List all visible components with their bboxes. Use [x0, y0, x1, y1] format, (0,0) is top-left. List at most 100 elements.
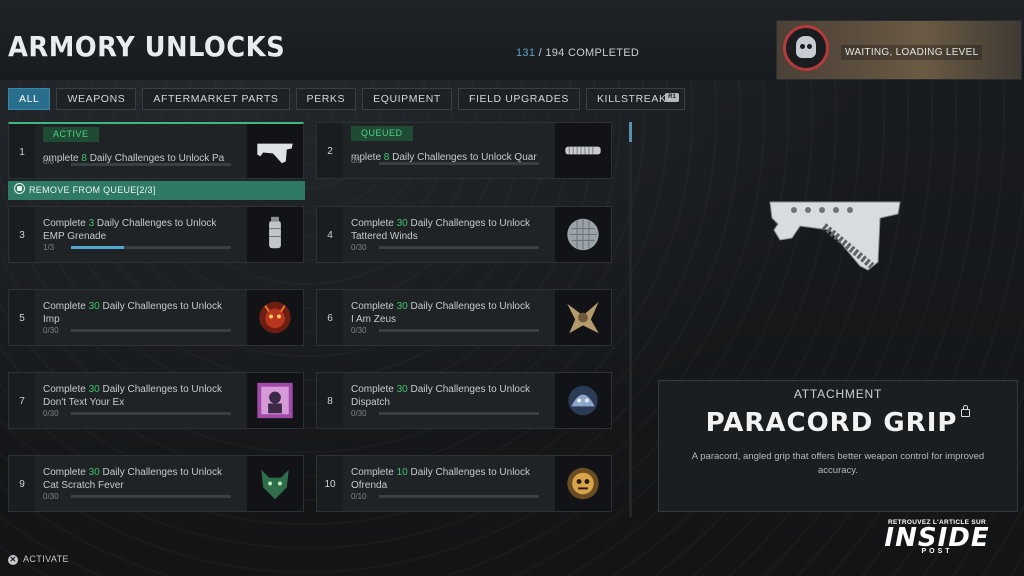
challenge-prefix: Complete [43, 301, 89, 312]
reward-thumbnail [555, 123, 611, 178]
unlock-card-1[interactable]: 1 ACTIVE omplete 8 Daily Challenges to Unl… [8, 122, 304, 179]
challenge-prefix: Complete [351, 384, 397, 395]
progress-bar [71, 163, 231, 166]
completed-count: 131 [516, 47, 536, 59]
unlock-card-6[interactable]: 6 Complete 30 Daily Challenges to Unlock I… [316, 289, 612, 346]
challenge-suffix: Daily Challenges to Unlock [99, 467, 222, 478]
challenge-prefix: Complete [43, 467, 89, 478]
tattered-winds-icon [567, 218, 599, 251]
progress-bar [71, 246, 231, 249]
tab-aftermarket-parts[interactable]: AFTERMARKET PARTS [142, 88, 290, 110]
challenge-suffix: Daily Challenges to Unlock [407, 301, 530, 312]
unlock-card-8[interactable]: 8 Complete 30 Daily Challenges to Unlock D… [316, 372, 612, 429]
list-scrollbar[interactable] [629, 122, 632, 517]
challenge-count: 30 [396, 218, 408, 229]
challenge-text: Complete 30 Daily Challenges to Unlock Di… [351, 383, 547, 409]
item-details-panel: ATTACHMENT PARACORD GRIP A paracord, ang… [658, 380, 1018, 512]
tab-perks[interactable]: PERKS [295, 88, 357, 110]
dispatch-icon [568, 385, 598, 416]
reward-thumbnail [555, 207, 611, 262]
unlock-card-3[interactable]: 3 Complete 3 Daily Challenges to Unlock EM… [8, 206, 304, 263]
challenge-suffix: Daily Challenges to Unlock [99, 384, 222, 395]
cat-scratch-fever-icon [261, 469, 289, 500]
reward-name: I Am Zeus [351, 314, 397, 325]
unlock-card-4[interactable]: 4 Complete 30 Daily Challenges to Unlock T… [316, 206, 612, 263]
challenge-suffix: Daily Challenges to Unlock [407, 218, 530, 229]
progress-bar [71, 495, 231, 498]
challenge-prefix: Complete [43, 218, 89, 229]
unlock-card-9[interactable]: 9 Complete 30 Daily Challenges to Unlock C… [8, 455, 304, 512]
progress-bar [379, 495, 539, 498]
progress-count: 0/30 [43, 492, 59, 501]
square-button-icon [14, 183, 25, 194]
card-number: 7 [9, 373, 35, 428]
challenge-text: Complete 30 Daily Challenges to Unlock Ca… [43, 466, 239, 492]
progress-bar [379, 329, 539, 332]
reward-name: Imp [43, 314, 60, 325]
status-badge: QUEUED [351, 126, 413, 141]
card-number: 6 [317, 290, 343, 345]
card-number: 10 [317, 456, 343, 511]
i-am-zeus-icon [567, 301, 599, 334]
remove-from-queue-button[interactable]: REMOVE FROM QUEUE[2/3] [8, 181, 305, 200]
challenge-text: Complete 30 Daily Challenges to Unlock Ta… [351, 217, 547, 243]
progress-count: 1/3 [43, 243, 55, 252]
page-title: ARMORY UNLOCKS [8, 30, 286, 63]
card-number: 9 [9, 456, 35, 511]
suppressor-icon [565, 146, 601, 155]
challenge-count: 30 [396, 301, 408, 312]
reward-thumbnail [555, 373, 611, 428]
challenge-prefix: Complete [351, 218, 397, 229]
rb-button-hint-icon: R1 [665, 93, 679, 102]
progress-bar [379, 246, 539, 249]
player-status: WAITING, LOADING LEVEL [841, 45, 983, 60]
status-badge: ACTIVE [43, 127, 99, 142]
scrollbar-thumb[interactable] [629, 122, 632, 142]
challenge-count: 30 [88, 467, 100, 478]
activate-button[interactable]: ✕ ACTIVATE [8, 554, 69, 565]
filter-tabs: ALL WEAPONS AFTERMARKET PARTS PERKS EQUIPMEN… [8, 88, 686, 110]
dont-text-your-ex-icon [257, 382, 293, 419]
challenge-text: Complete 30 Daily Challenges to Unlock I … [351, 300, 547, 326]
progress-count: 0/30 [351, 409, 367, 418]
reward-thumbnail [247, 290, 303, 345]
challenge-count: 30 [396, 384, 408, 395]
progress-bar [71, 329, 231, 332]
completion-counter: 131 / 194 COMPLETED [516, 47, 639, 59]
challenge-suffix: Daily Challenges to Unlock [407, 384, 530, 395]
challenge-count: 30 [88, 384, 100, 395]
progress-count: 0/30 [351, 326, 367, 335]
completed-total: / 194 COMPLETED [538, 47, 640, 59]
unlock-card-7[interactable]: 7 Complete 30 Daily Challenges to Unlock D… [8, 372, 304, 429]
unlock-card-2[interactable]: 2 QUEUED mplete 8 Daily Challenges to Unlo… [316, 122, 612, 179]
unlock-card-5[interactable]: 5 Complete 30 Daily Challenges to Unlock I… [8, 289, 304, 346]
remove-from-queue-label: REMOVE FROM QUEUE[2/3] [29, 185, 156, 195]
challenge-prefix: Complete [351, 301, 397, 312]
unlock-card-10[interactable]: 10 Complete 10 Daily Challenges to Unlock… [316, 455, 612, 512]
item-name-text: PARACORD GRIP [705, 408, 958, 438]
watermark-logo: INSIDE [884, 523, 990, 553]
player-card[interactable]: WAITING, LOADING LEVEL [776, 20, 1022, 80]
ofrenda-icon [567, 467, 599, 500]
reward-thumbnail [247, 207, 303, 262]
challenge-suffix: Daily Challenges to Unlock [94, 218, 217, 229]
item-description: A paracord, angled grip that offers bett… [691, 451, 985, 476]
reward-name: Cat Scratch Fever [43, 480, 124, 491]
card-number: 2 [317, 123, 343, 178]
progress-fill [71, 246, 124, 249]
activate-label: ACTIVATE [23, 554, 69, 564]
progress-bar [379, 162, 539, 165]
imp-icon [259, 301, 291, 334]
reward-name: Tattered Winds [351, 231, 418, 242]
challenge-count: 30 [88, 301, 100, 312]
progress-count: 0/8 [351, 156, 363, 165]
tab-field-upgrades[interactable]: FIELD UPGRADES [457, 88, 580, 110]
tab-equipment[interactable]: EQUIPMENT [362, 88, 452, 110]
tab-weapons[interactable]: WEAPONS [56, 88, 137, 110]
reward-thumbnail [247, 373, 303, 428]
cross-button-icon: ✕ [8, 555, 18, 565]
tab-all[interactable]: ALL [8, 88, 51, 110]
card-number: 3 [9, 207, 35, 262]
challenge-count: 10 [396, 467, 408, 478]
reward-thumbnail [247, 124, 303, 178]
